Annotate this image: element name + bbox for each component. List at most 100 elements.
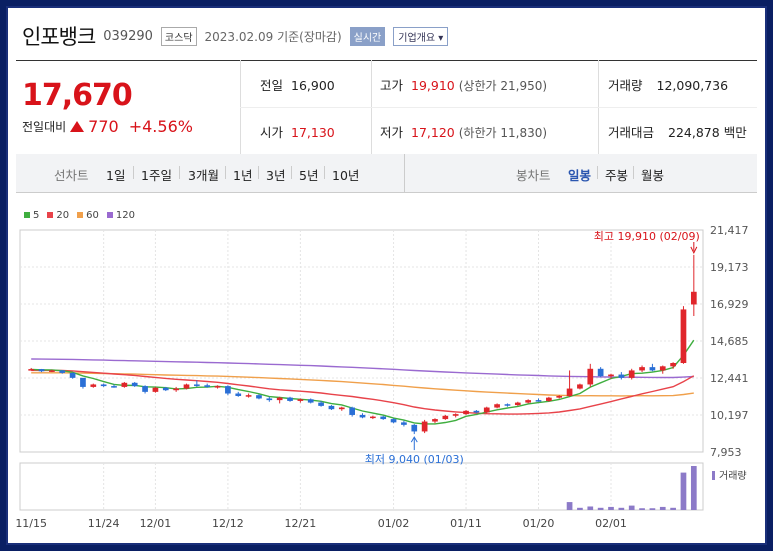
candle-body (152, 387, 159, 392)
y-tick-label: 7,953 (710, 446, 742, 459)
candle-body (338, 407, 345, 410)
candle-body (183, 384, 190, 389)
candle-body (587, 368, 594, 385)
volume-legend-swatch (712, 471, 715, 480)
volume-bar (587, 506, 594, 510)
candle-body (390, 419, 397, 423)
candle-body (80, 377, 86, 387)
ma5-line (31, 339, 695, 425)
candle-body (49, 370, 55, 372)
candle-body (318, 402, 324, 406)
candle-body (659, 366, 666, 371)
x-tick-label: 11/24 (88, 517, 120, 530)
volume-bar (566, 502, 573, 510)
candle-body (235, 393, 242, 396)
x-tick-label: 12/01 (140, 517, 172, 530)
candle-body (473, 410, 480, 413)
candle-body (225, 386, 231, 394)
candle-body (28, 369, 35, 371)
candle-body (577, 384, 583, 389)
candle-body (142, 386, 148, 392)
candle-body (245, 395, 252, 397)
candle-body (494, 404, 500, 408)
candle-body (359, 414, 366, 418)
candle-body (670, 363, 676, 367)
candle-body (514, 402, 521, 406)
candle-body (442, 415, 449, 420)
candle-body (38, 369, 45, 372)
candle-body (287, 397, 293, 401)
candle-body (556, 395, 563, 398)
candle-body (597, 368, 604, 377)
candle-body (411, 424, 418, 432)
volume-bar (690, 466, 697, 510)
volume-bar (649, 508, 656, 510)
candle-body (546, 397, 552, 401)
volume-bar (597, 507, 604, 510)
x-tick-label: 01/20 (523, 517, 555, 530)
candle-body (256, 395, 262, 399)
volume-bar (577, 507, 583, 510)
high-annotation: 최고 19,910 (02/09) (594, 230, 700, 243)
candle-body (111, 386, 117, 388)
candle-body (370, 416, 376, 419)
candle-body (432, 419, 438, 422)
candle-body (90, 384, 97, 387)
x-tick-label: 02/01 (595, 517, 627, 530)
y-tick-label: 19,173 (710, 261, 749, 274)
candle-body (131, 382, 138, 387)
candle-body (214, 386, 221, 388)
volume-bar (680, 472, 687, 510)
candle-body (193, 384, 200, 386)
volume-bar (670, 507, 676, 510)
x-tick-label: 12/12 (212, 517, 244, 530)
candle-body (535, 400, 542, 402)
candle-body (618, 374, 625, 378)
candle-body (628, 370, 635, 378)
candle-body (307, 399, 314, 403)
volume-bar (639, 508, 645, 510)
y-tick-label: 21,417 (710, 224, 749, 237)
candle-body (639, 367, 645, 371)
candle-body (566, 388, 573, 396)
candle-body (349, 407, 355, 415)
candle-body (690, 291, 697, 305)
candle-body (276, 397, 283, 401)
candle-body (162, 387, 169, 391)
candle-body (463, 410, 469, 415)
x-tick-label: 11/15 (15, 517, 47, 530)
candle-body (328, 405, 335, 410)
volume-bar (618, 507, 625, 510)
volume-bar (608, 506, 614, 510)
y-tick-label: 10,197 (710, 409, 749, 422)
candle-body (173, 388, 179, 391)
candle-body (608, 374, 614, 377)
volume-label: 거래량 (719, 470, 747, 482)
candle-body (297, 399, 304, 401)
x-tick-label: 12/21 (285, 517, 317, 530)
volume-border (19, 462, 704, 511)
y-tick-label: 14,685 (710, 335, 749, 348)
x-tick-label: 01/02 (378, 517, 410, 530)
candle-body (121, 382, 128, 387)
candle-body (266, 398, 273, 401)
candle-body (504, 404, 511, 406)
candle-body (483, 407, 490, 413)
candle-body (401, 422, 407, 425)
candle-body (525, 400, 532, 403)
stock-widget: 인포뱅크 039290 코스닥 2023.02.09 기준(장마감) 실시간 기… (6, 6, 767, 545)
candle-body (649, 367, 656, 371)
low-annotation: 최저 9,040 (01/03) (365, 453, 464, 466)
candle-body (100, 384, 107, 387)
candle-body (69, 372, 76, 378)
y-tick-label: 16,929 (710, 298, 749, 311)
x-tick-label: 01/11 (450, 517, 482, 530)
candlestick-chart: 21,417 19,173 16,929 14,685 12,441 10,197 7,95… (15, 224, 749, 530)
volume-bar (628, 505, 635, 510)
candle-body (680, 309, 687, 364)
candle-body (421, 421, 428, 432)
candle-body (204, 385, 211, 387)
candle-body (452, 414, 459, 416)
candle-body (380, 416, 387, 420)
candle-body (59, 370, 66, 373)
